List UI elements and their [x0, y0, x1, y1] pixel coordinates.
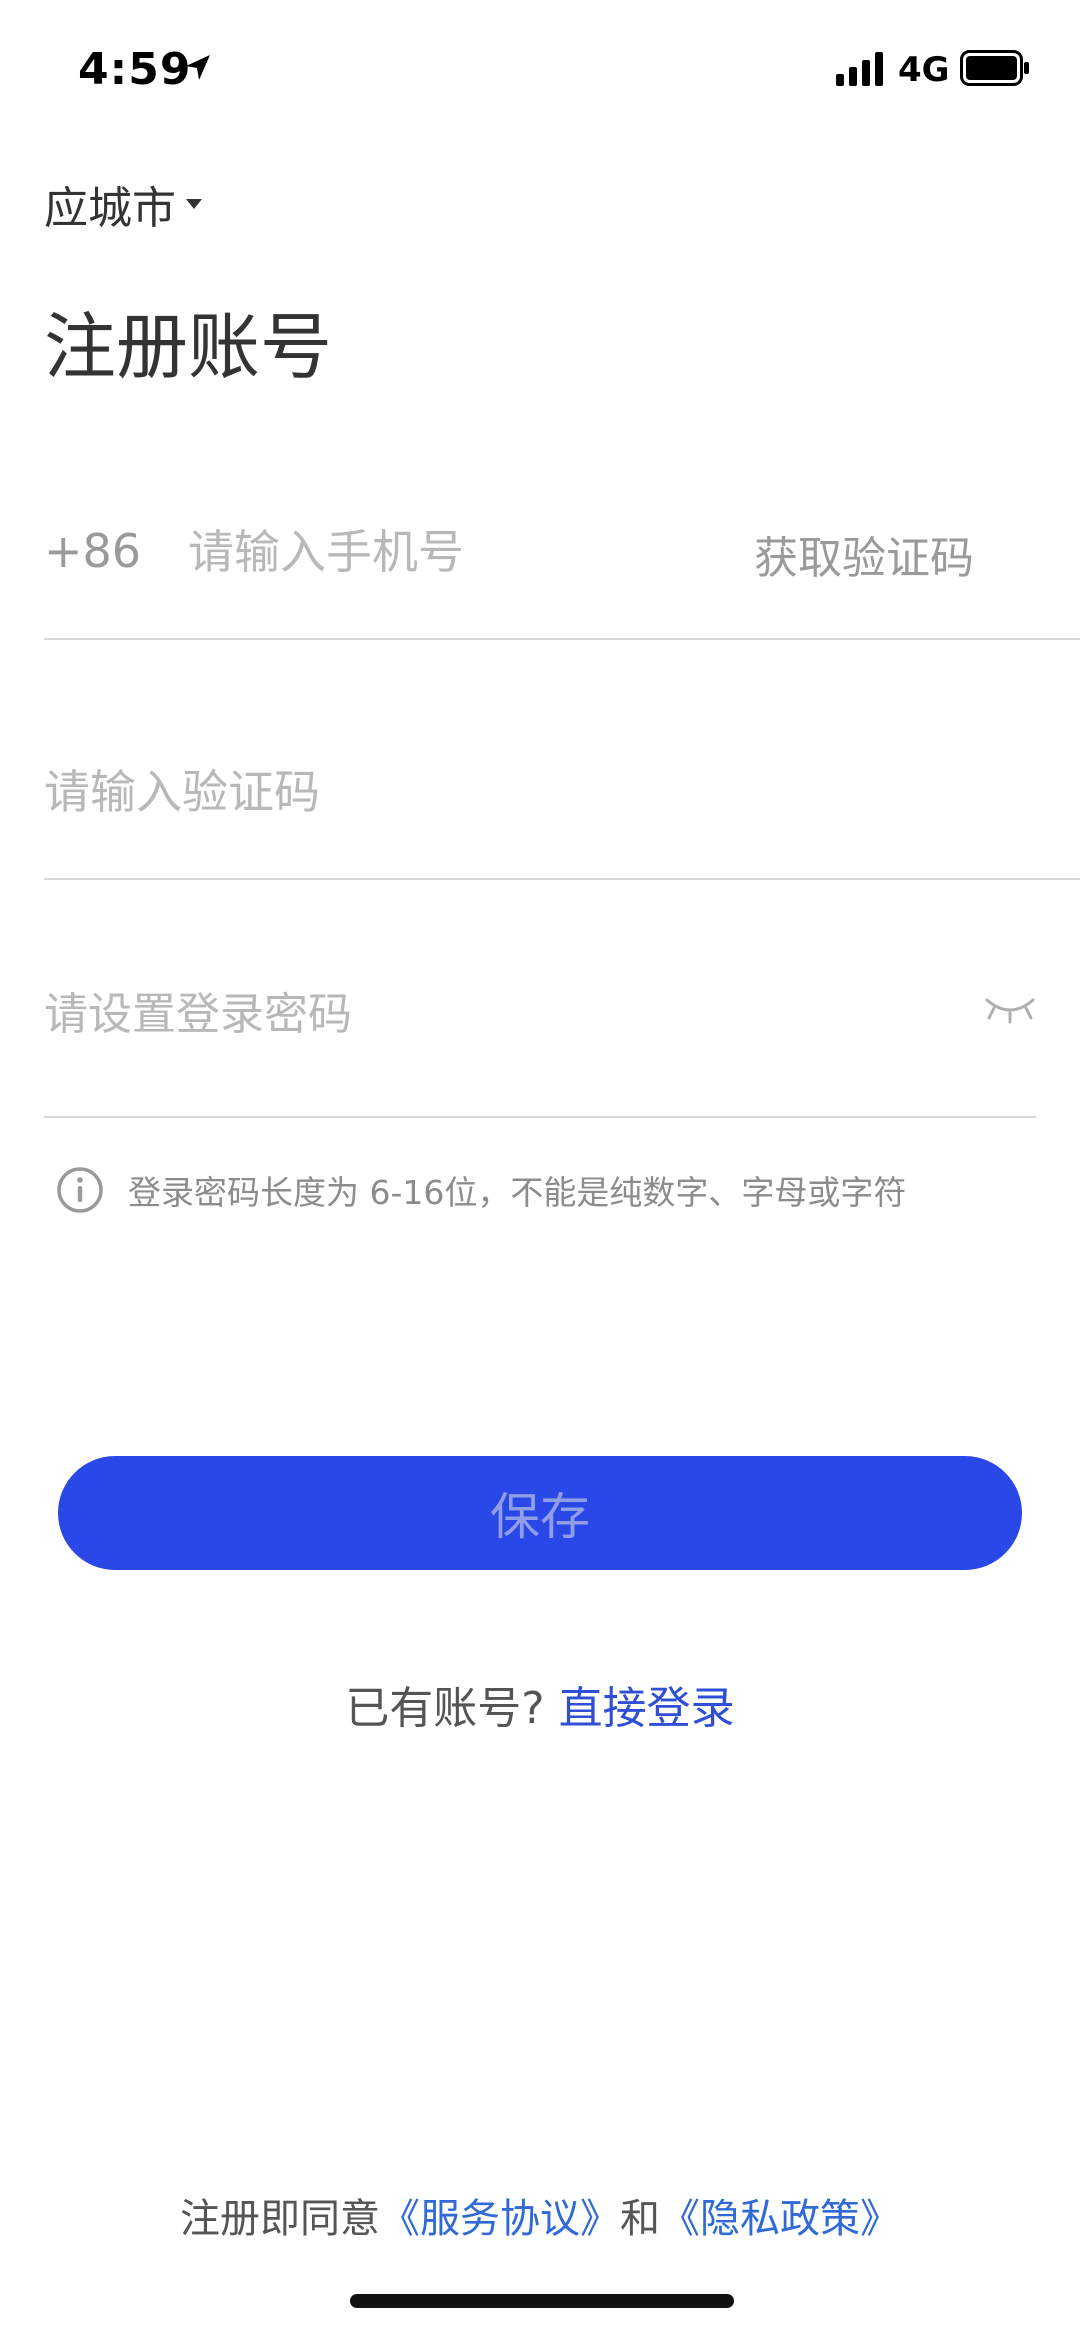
agreement-and: 和 [620, 2196, 660, 2242]
city-name: 应城市 [44, 183, 176, 234]
code-row [44, 740, 1080, 880]
page-title: 注册账号 [44, 305, 333, 389]
save-button[interactable]: 保存 [58, 1456, 1022, 1570]
direct-login-link[interactable]: 直接登录 [559, 1683, 735, 1734]
agreement-prefix: 注册即同意 [180, 2196, 380, 2242]
verification-code-input[interactable] [44, 762, 944, 822]
get-code-button[interactable]: 获取验证码 [754, 522, 974, 586]
country-code[interactable]: +86 [44, 524, 141, 578]
home-indicator[interactable] [350, 2294, 734, 2308]
battery-icon [960, 50, 1029, 86]
city-selector[interactable]: 应城市 [44, 172, 202, 236]
network-label: 4G [898, 50, 950, 90]
location-arrow-icon [186, 55, 210, 80]
phone-input[interactable] [188, 522, 748, 582]
login-prompt: 已有账号? [345, 1683, 545, 1734]
password-row [44, 966, 1036, 1118]
login-row: 已有账号? 直接登录 [0, 1672, 1080, 1736]
agreement-row: 注册即同意《服务协议》和《隐私政策》 [0, 2186, 1080, 2244]
password-input[interactable] [44, 984, 924, 1044]
phone-row: +86 获取验证码 [44, 500, 1080, 640]
signal-icon [836, 52, 883, 86]
eye-closed-icon[interactable] [984, 994, 1036, 1024]
privacy-policy-link[interactable]: 《隐私政策》 [660, 2196, 900, 2242]
hint-text: 登录密码长度为 6-16位，不能是纯数字、字母或字符 [128, 1173, 907, 1212]
status-bar: 4:59 4G [0, 0, 1080, 140]
caret-down-icon [186, 199, 202, 209]
password-hint: 登录密码长度为 6-16位，不能是纯数字、字母或字符 [56, 1166, 906, 1214]
status-time: 4:59 [78, 44, 192, 95]
service-agreement-link[interactable]: 《服务协议》 [380, 2196, 620, 2242]
info-icon [57, 1167, 103, 1213]
